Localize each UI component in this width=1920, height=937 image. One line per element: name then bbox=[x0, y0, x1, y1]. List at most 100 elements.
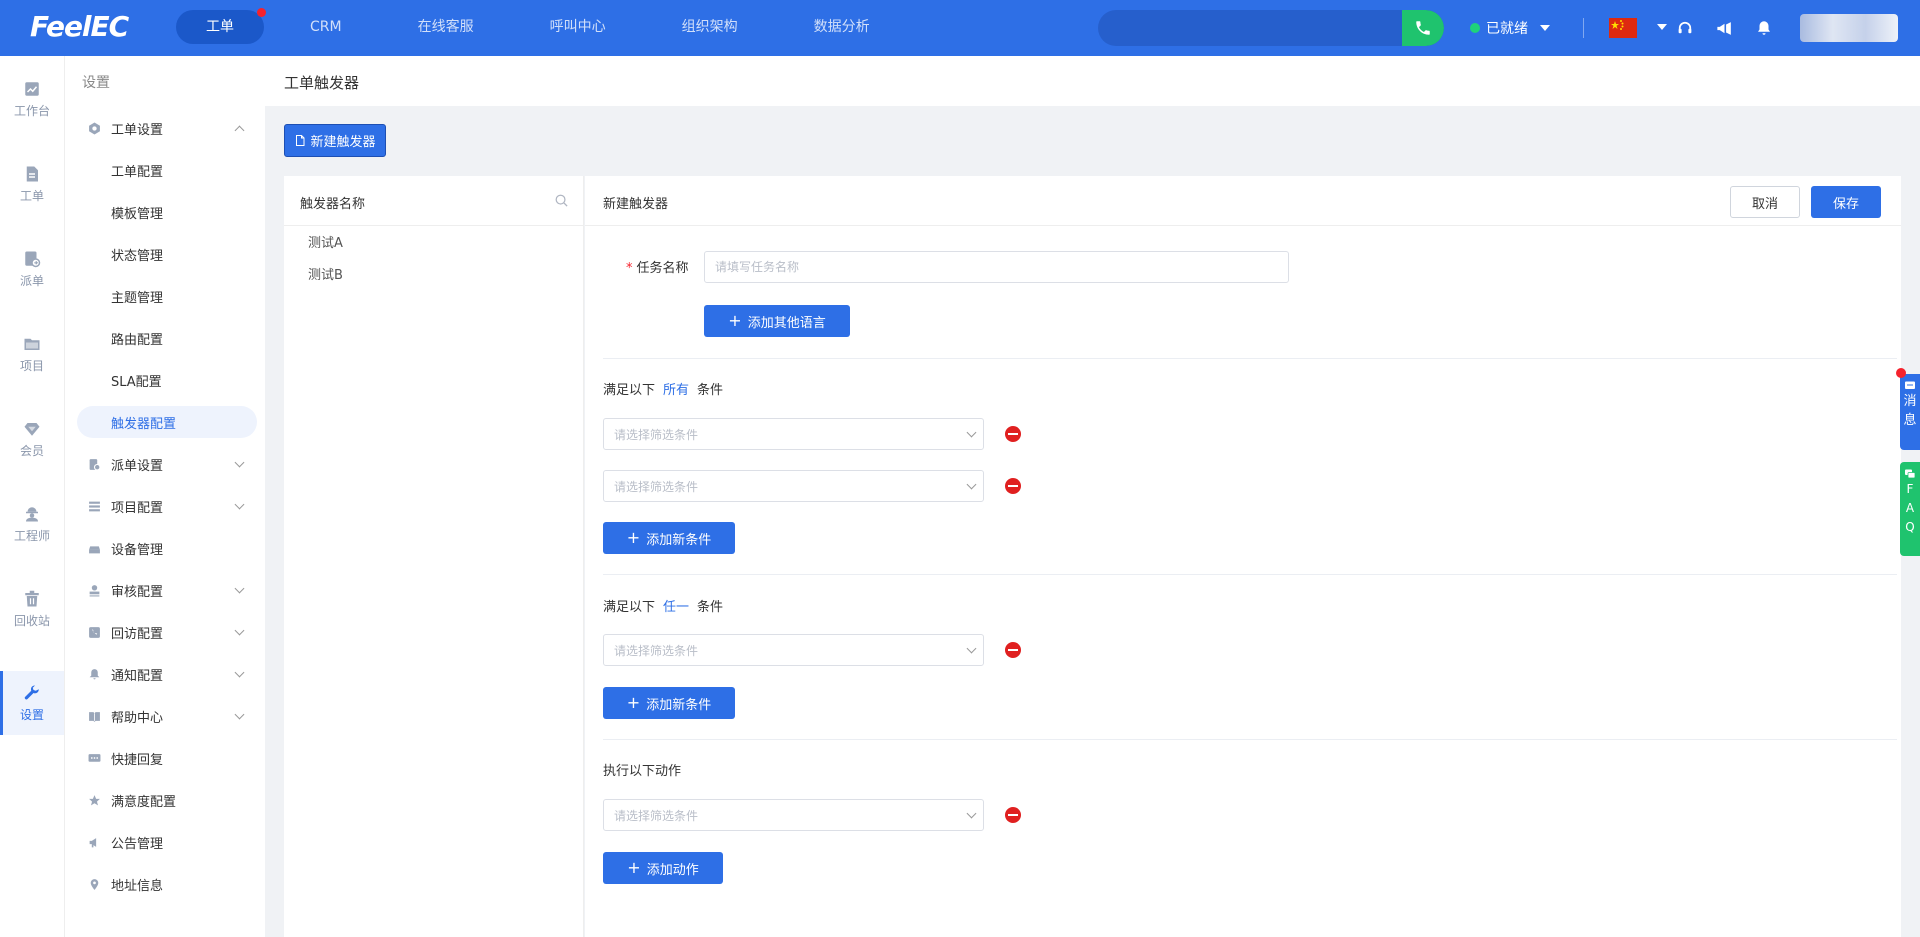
rail-label: 设置 bbox=[19, 707, 44, 722]
top-bar: FeelEC 工单 CRM 在线客服 呼叫中心 组织架构 数据分析 已就绪 bbox=[0, 0, 1920, 56]
trigger-list-item[interactable]: 测试B bbox=[308, 264, 343, 283]
menu-item-quick-reply[interactable]: 快捷回复 bbox=[77, 742, 257, 774]
language-caret-icon[interactable] bbox=[1657, 24, 1667, 30]
notification-dot bbox=[1896, 368, 1906, 378]
rail-item-recycle-bin[interactable]: 回收站 bbox=[0, 577, 64, 641]
select-placeholder: 请选择筛选条件 bbox=[614, 427, 699, 442]
trigger-list-header: 触发器名称 bbox=[284, 176, 583, 226]
menu-item-announcement-management[interactable]: 公告管理 bbox=[77, 826, 257, 858]
rail-label: 工单 bbox=[19, 188, 44, 203]
hexagon-gear-icon bbox=[87, 121, 101, 135]
faq-tab-char: A bbox=[1905, 501, 1915, 515]
menu-item-notification-config[interactable]: 通知配置 bbox=[77, 658, 257, 690]
rail-item-engineer[interactable]: 工程师 bbox=[0, 492, 64, 556]
remove-condition-icon[interactable] bbox=[1005, 478, 1021, 494]
bell-icon bbox=[87, 667, 101, 681]
menu-item-review-config[interactable]: 审核配置 bbox=[77, 574, 257, 606]
faq-float-tab[interactable]: F A Q bbox=[1900, 462, 1920, 556]
global-search-input[interactable] bbox=[1098, 10, 1398, 46]
topnav-item-ticket[interactable]: 工单 bbox=[176, 8, 266, 44]
section-divider bbox=[603, 574, 1897, 575]
faq-chat-icon bbox=[1905, 469, 1916, 479]
message-float-tab[interactable]: 消 息 bbox=[1896, 368, 1920, 450]
add-language-button[interactable]: + 添加其他语言 bbox=[704, 305, 850, 337]
rail-item-ticket[interactable]: 工单 bbox=[0, 152, 64, 216]
trigger-name-column: 触发器名称 bbox=[300, 197, 366, 212]
phone-button[interactable] bbox=[1402, 10, 1444, 46]
menu-item-dispatch-settings[interactable]: 派单设置 bbox=[77, 448, 257, 480]
topnav-item-crm[interactable]: CRM bbox=[280, 10, 372, 44]
new-trigger-button[interactable]: 新建触发器 bbox=[284, 124, 386, 157]
page-header: 工单触发器 bbox=[265, 56, 1920, 106]
menu-item-device-management[interactable]: 设备管理 bbox=[77, 532, 257, 564]
chevron-down-icon bbox=[234, 457, 245, 467]
remove-condition-icon[interactable] bbox=[1005, 642, 1021, 658]
menu-item-satisfaction-config[interactable]: 满意度配置 bbox=[77, 784, 257, 816]
bell-icon[interactable] bbox=[1753, 17, 1775, 39]
topnav-item-call-center[interactable]: 呼叫中心 bbox=[520, 10, 636, 44]
megaphone-icon bbox=[87, 835, 101, 849]
page-title: 工单触发器 bbox=[284, 74, 360, 92]
rail-label: 项目 bbox=[19, 358, 44, 373]
all-conditions-keyword: 所有 bbox=[663, 383, 690, 398]
topnav-item-online-service[interactable]: 在线客服 bbox=[388, 10, 504, 44]
menu-item-project-config[interactable]: 项目配置 bbox=[77, 490, 257, 522]
menu-item-callback-config[interactable]: 回访配置 bbox=[77, 616, 257, 648]
all-conditions-prefix: 满足以下 bbox=[603, 383, 656, 398]
menu-item-status-management[interactable]: 状态管理 bbox=[77, 238, 257, 270]
user-avatar[interactable] bbox=[1800, 14, 1898, 42]
rail-label: 工程师 bbox=[13, 528, 50, 543]
rail-item-settings[interactable]: 设置 bbox=[0, 671, 64, 735]
china-flag-icon[interactable] bbox=[1609, 18, 1637, 38]
star-icon bbox=[1611, 20, 1624, 30]
chevron-down-icon bbox=[966, 427, 977, 438]
menu-item-routing-config[interactable]: 路由配置 bbox=[77, 322, 257, 354]
menu-item-label: SLA配置 bbox=[111, 374, 162, 390]
remove-condition-icon[interactable] bbox=[1005, 426, 1021, 442]
all-condition-select[interactable]: 请选择筛选条件 bbox=[603, 470, 984, 502]
action-select[interactable]: 请选择筛选条件 bbox=[603, 799, 984, 831]
message-tab-char: 息 bbox=[1903, 413, 1917, 428]
rail-item-project[interactable]: 项目 bbox=[0, 322, 64, 386]
menu-item-label: 派单设置 bbox=[111, 458, 164, 474]
rail-item-workbench[interactable]: 工作台 bbox=[0, 67, 64, 131]
topnav-item-organization[interactable]: 组织架构 bbox=[652, 10, 768, 44]
add-all-condition-button[interactable]: + 添加新条件 bbox=[603, 522, 735, 554]
menu-item-template-management[interactable]: 模板管理 bbox=[77, 196, 257, 228]
message-icon bbox=[1905, 381, 1915, 389]
dispatch-icon bbox=[25, 251, 41, 267]
topbar-divider bbox=[1583, 18, 1584, 38]
rail-item-member[interactable]: 会员 bbox=[0, 407, 64, 471]
chevron-down-icon bbox=[966, 643, 977, 654]
app-logo[interactable]: FeelEC bbox=[30, 10, 129, 43]
menu-item-label: 地址信息 bbox=[111, 878, 164, 894]
any-condition-select[interactable]: 请选择筛选条件 bbox=[603, 634, 984, 666]
menu-item-label: 通知配置 bbox=[111, 668, 164, 684]
remove-action-icon[interactable] bbox=[1005, 807, 1021, 823]
add-any-condition-button[interactable]: + 添加新条件 bbox=[603, 687, 735, 719]
menu-item-trigger-config[interactable]: 触发器配置 bbox=[77, 406, 257, 438]
menu-item-label: 工单设置 bbox=[111, 122, 164, 138]
cancel-button[interactable]: 取消 bbox=[1730, 186, 1800, 218]
all-condition-select[interactable]: 请选择筛选条件 bbox=[603, 418, 984, 450]
add-action-button[interactable]: + 添加动作 bbox=[603, 852, 723, 884]
add-condition-label: 添加新条件 bbox=[646, 532, 712, 548]
rail-label: 回收站 bbox=[13, 613, 50, 628]
agent-status[interactable]: 已就绪 bbox=[1470, 18, 1550, 38]
topnav-item-analytics[interactable]: 数据分析 bbox=[784, 10, 900, 44]
chevron-down-icon bbox=[234, 667, 245, 677]
menu-item-sla-config[interactable]: SLA配置 bbox=[77, 364, 257, 396]
search-icon[interactable] bbox=[554, 193, 569, 212]
menu-item-address-info[interactable]: 地址信息 bbox=[77, 868, 257, 900]
headset-icon[interactable] bbox=[1674, 17, 1696, 39]
trigger-list-item[interactable]: 测试A bbox=[308, 232, 343, 251]
rail-item-dispatch[interactable]: 派单 bbox=[0, 237, 64, 301]
menu-item-ticket-settings[interactable]: 工单设置 bbox=[77, 112, 257, 144]
chat-dots-icon bbox=[87, 751, 101, 765]
megaphone-icon[interactable] bbox=[1713, 17, 1735, 39]
menu-item-help-center[interactable]: 帮助中心 bbox=[77, 700, 257, 732]
menu-item-topic-management[interactable]: 主题管理 bbox=[77, 280, 257, 312]
task-name-input[interactable] bbox=[704, 251, 1289, 283]
save-button[interactable]: 保存 bbox=[1811, 186, 1881, 218]
menu-item-ticket-config[interactable]: 工单配置 bbox=[77, 154, 257, 186]
